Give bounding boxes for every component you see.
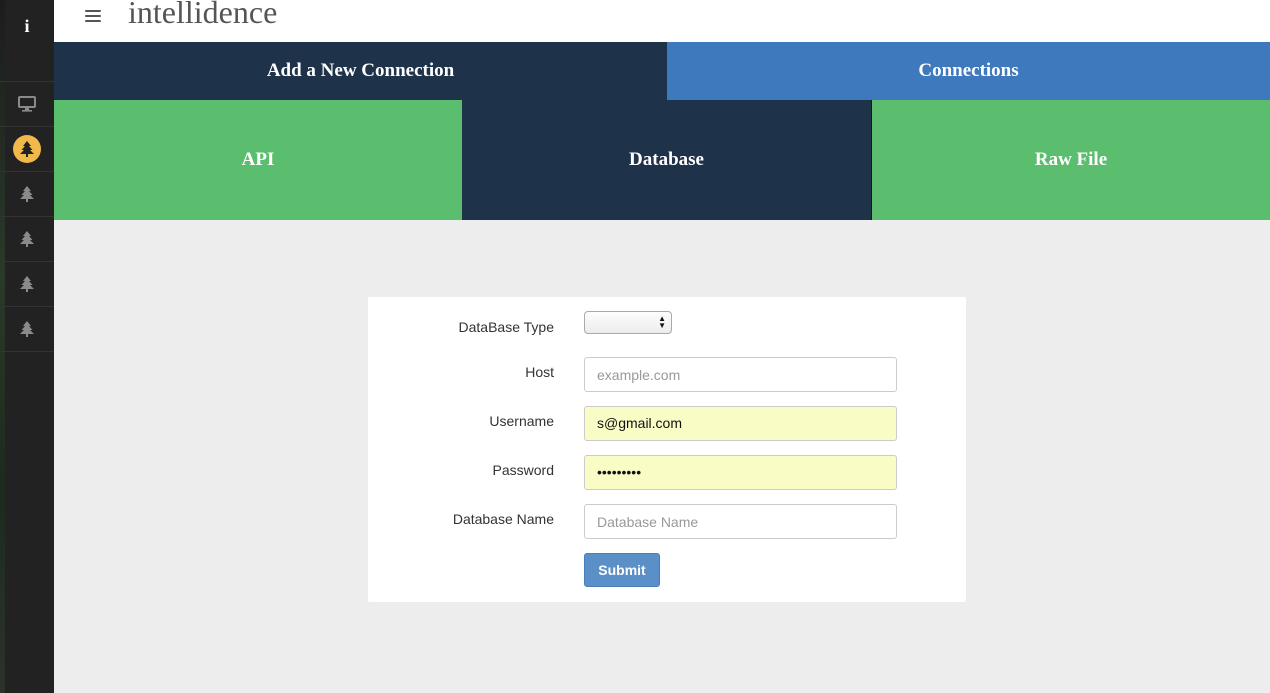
tab-label: Database [629, 149, 704, 170]
monitor-icon [18, 96, 36, 112]
tab-label: API [241, 149, 275, 170]
logo-letter: i [24, 16, 30, 36]
database-name-input[interactable] [584, 504, 897, 539]
tree-icon [20, 141, 34, 157]
tab-label: Connections [918, 60, 1019, 81]
username-value: s@gmail.com [597, 415, 683, 431]
select-arrows-icon: ▲ ▼ [658, 314, 666, 330]
password-label: Password [492, 462, 554, 478]
sidebar-item-tree[interactable] [0, 307, 54, 352]
active-indicator [13, 135, 41, 163]
tab-api[interactable]: API [54, 100, 462, 220]
tab-label: Raw File [1034, 149, 1108, 170]
tree-icon [20, 276, 34, 292]
sidebar-item-tree[interactable] [0, 172, 54, 217]
top-header: intellidence [54, 0, 1270, 42]
tab-raw-file[interactable]: Raw File [872, 100, 1270, 220]
submit-button[interactable]: Submit [584, 553, 660, 587]
username-label: Username [489, 413, 554, 429]
host-input[interactable] [584, 357, 897, 392]
brand-title: intellidence [128, 0, 278, 30]
tree-icon [20, 231, 34, 247]
password-input[interactable]: ••••••••• [584, 455, 897, 490]
hamburger-menu-icon[interactable] [85, 10, 101, 24]
db-type-label: DataBase Type [458, 319, 554, 335]
db-type-select[interactable]: ▲ ▼ [584, 311, 672, 334]
tab-database[interactable]: Database [462, 100, 872, 220]
sidebar-item-monitor[interactable] [0, 82, 54, 127]
database-connection-form: DataBase Type ▲▼ Host Username s@gmail.c… [368, 297, 966, 602]
sidebar: i [0, 0, 54, 693]
sidebar-item-tree[interactable] [0, 217, 54, 262]
sidebar-item-tree[interactable] [0, 262, 54, 307]
tab-add-new-connection[interactable]: Add a New Connection [54, 42, 667, 100]
tab-label: Add a New Connection [266, 60, 455, 81]
sidebar-item-tree-active[interactable] [0, 127, 54, 172]
username-input[interactable]: s@gmail.com [584, 406, 897, 441]
tab-connections[interactable]: Connections [667, 42, 1270, 100]
host-label: Host [525, 364, 554, 380]
database-name-label: Database Name [452, 511, 554, 527]
tree-icon [20, 186, 34, 202]
tree-icon [20, 321, 34, 337]
app-logo[interactable]: i [0, 0, 54, 82]
password-value: ••••••••• [597, 464, 642, 480]
